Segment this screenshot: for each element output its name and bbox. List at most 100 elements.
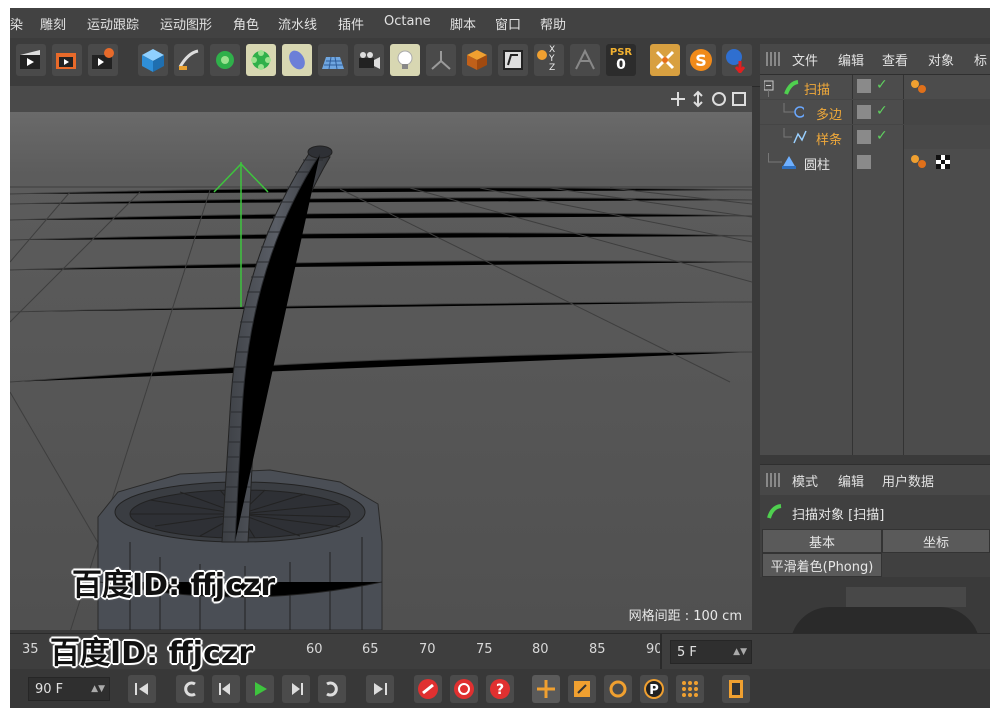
material-tag-icon[interactable] (910, 79, 930, 95)
om-menu-edit[interactable]: 编辑 (838, 50, 864, 69)
svg-text:S: S (695, 51, 707, 70)
auto-key-button[interactable] (450, 675, 478, 703)
current-frame-value: 5 F (677, 644, 697, 660)
menu-script[interactable]: 脚本 (450, 14, 476, 33)
previous-frame-button[interactable] (212, 675, 240, 703)
object-tree: 扫描 ✓ 多边 ✓ 样条 ✓ 圆柱 (760, 75, 990, 455)
panel-grip-icon[interactable] (766, 473, 780, 487)
axis-icon (431, 51, 451, 70)
next-key-button[interactable] (318, 675, 346, 703)
end-frame-field[interactable]: 90 F ▲▼ (28, 677, 110, 701)
stepper-icon[interactable]: ▲▼ (91, 684, 105, 694)
object-row-polygon[interactable]: 多边 ✓ (760, 100, 990, 124)
cube-button[interactable] (138, 44, 168, 76)
scale-key-button[interactable] (568, 675, 596, 703)
xyz-label: X Y Z (549, 45, 556, 73)
object-row-cylinder[interactable]: 圆柱 (760, 150, 990, 174)
menu-help[interactable]: 帮助 (540, 14, 566, 33)
enabled-check-icon[interactable]: ✓ (876, 77, 888, 93)
light-button[interactable] (390, 44, 420, 76)
psr-button[interactable]: PSR 0 (606, 44, 636, 76)
previous-frame-icon (219, 683, 230, 695)
next-frame-button[interactable] (282, 675, 310, 703)
deformer-button[interactable] (282, 44, 312, 76)
menu-plugins[interactable]: 插件 (338, 14, 364, 33)
mirror-button[interactable] (570, 44, 600, 76)
camera-icon (359, 52, 380, 69)
s-icon: S (690, 49, 712, 71)
object-row-sweep[interactable]: 扫描 ✓ (760, 75, 990, 99)
scale-icon (574, 681, 590, 697)
play-button[interactable] (246, 675, 274, 703)
menu-window[interactable]: 窗口 (495, 14, 521, 33)
attribute-object-title: 扫描对象 [扫描] (792, 508, 885, 523)
rotation-key-button[interactable] (604, 675, 632, 703)
axis-button[interactable] (426, 44, 456, 76)
om-menu-tag[interactable]: 标 (974, 50, 987, 69)
pen-button[interactable] (174, 44, 204, 76)
enabled-check-icon[interactable]: ✓ (876, 103, 888, 119)
menu-octane[interactable]: Octane (384, 14, 431, 29)
close-tool-button[interactable] (650, 44, 680, 76)
editor-visibility-icon[interactable] (857, 79, 871, 93)
menu-motion-tracking[interactable]: 运动跟踪 (87, 14, 139, 33)
menu-mograph[interactable]: 运动图形 (160, 14, 212, 33)
parameter-icon: P (644, 679, 664, 699)
enabled-check-icon[interactable]: ✓ (876, 128, 888, 144)
camera-button[interactable] (354, 44, 384, 76)
timeline-window-button[interactable] (722, 675, 750, 703)
menu-sculpt[interactable]: 雕刻 (40, 14, 66, 33)
material-tag-icon (911, 155, 926, 168)
coordinate-button[interactable] (462, 44, 492, 76)
subdivision-button[interactable] (210, 44, 240, 76)
om-menu-file[interactable]: 文件 (792, 50, 818, 69)
record-keys-button[interactable] (414, 675, 442, 703)
stepper-icon[interactable]: ▲▼ (733, 647, 747, 657)
array-icon (251, 50, 271, 70)
parameter-key-button[interactable]: P (640, 675, 668, 703)
3d-viewport[interactable]: 网格间距 : 100 cm (10, 112, 752, 630)
editor-visibility-icon[interactable] (857, 130, 871, 144)
go-to-start-button[interactable] (128, 675, 156, 703)
om-menu-object[interactable]: 对象 (928, 50, 954, 69)
zoom-view-icon (693, 90, 703, 108)
timeline-tick: 65 (362, 642, 379, 657)
rotate-icon (609, 680, 627, 698)
am-menu-mode[interactable]: 模式 (792, 471, 818, 490)
move-view-icon (671, 92, 685, 106)
render-view-button[interactable] (16, 44, 46, 76)
tab-coordinates[interactable]: 坐标 (882, 529, 990, 553)
object-row-spline[interactable]: 样条 ✓ (760, 125, 990, 149)
current-frame-field[interactable]: 5 F ▲▼ (670, 640, 752, 664)
timeline-tick: 60 (306, 642, 323, 657)
viewport-nav-icons[interactable] (670, 90, 750, 108)
dots-grid-icon (682, 681, 698, 697)
menu-render[interactable]: 染 (10, 14, 23, 33)
next-frame-icon (292, 683, 303, 695)
editor-visibility-icon[interactable] (857, 155, 871, 169)
position-key-button[interactable] (532, 675, 560, 703)
xyz-button[interactable]: X Y Z (534, 44, 564, 76)
snap-button[interactable] (498, 44, 528, 76)
floor-button[interactable] (318, 44, 348, 76)
array-button[interactable] (246, 44, 276, 76)
render-settings-icon (92, 48, 114, 69)
am-menu-edit[interactable]: 编辑 (838, 471, 864, 490)
previous-key-button[interactable] (176, 675, 204, 703)
sphere-button[interactable] (722, 44, 752, 76)
point-level-button[interactable] (676, 675, 704, 703)
am-menu-user-data[interactable]: 用户数据 (882, 471, 934, 490)
menu-pipeline[interactable]: 流水线 (278, 14, 317, 33)
tab-phong[interactable]: 平滑着色(Phong) (762, 553, 882, 577)
om-menu-view[interactable]: 查看 (882, 50, 908, 69)
go-to-end-button[interactable] (366, 675, 394, 703)
editor-visibility-icon[interactable] (857, 105, 871, 119)
keyframe-selection-button[interactable]: ? (486, 675, 514, 703)
menu-character[interactable]: 角色 (233, 14, 259, 33)
render-settings-button[interactable] (88, 44, 118, 76)
render-picture-viewer-button[interactable] (52, 44, 82, 76)
s-button[interactable]: S (686, 44, 716, 76)
menu-bar: 染 雕刻 运动跟踪 运动图形 角色 流水线 插件 Octane 脚本 窗口 帮助 (10, 8, 990, 38)
tab-basic[interactable]: 基本 (762, 529, 882, 553)
panel-grip-icon[interactable] (766, 52, 780, 66)
